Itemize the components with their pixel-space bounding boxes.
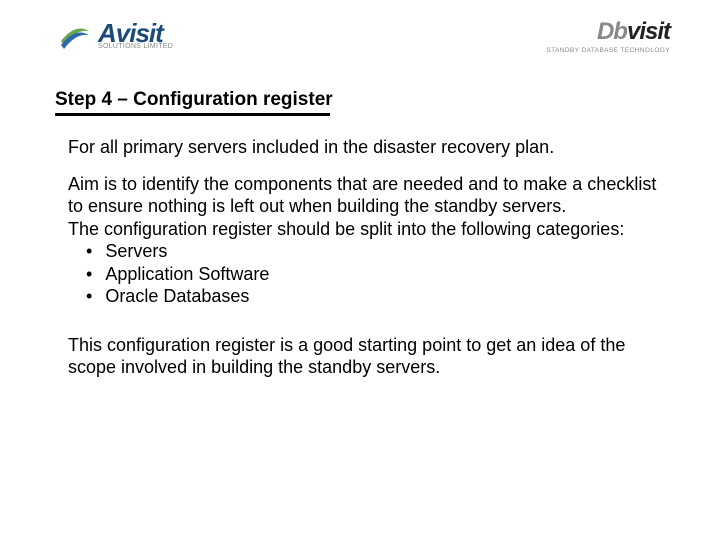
slide-title: Step 4 – Configuration register — [55, 89, 720, 111]
categories-lead: The configuration register should be spl… — [68, 218, 660, 241]
aim-text: Aim is to identify the components that a… — [68, 173, 660, 218]
list-item: Oracle Databases — [74, 285, 660, 308]
bullet-list: Servers Application Software Oracle Data… — [74, 240, 660, 308]
avisit-logo: Avisit SOLUTIONS LIMITED — [58, 19, 173, 53]
avisit-swoosh-icon — [58, 19, 92, 53]
dbvisit-tagline: STANDBY DATABASE TECHNOLOGY — [546, 47, 670, 54]
dbvisit-brand-text: Dbvisit — [597, 18, 670, 46]
title-underline — [55, 113, 330, 116]
intro-text: For all primary servers included in the … — [68, 136, 660, 159]
slide-body: For all primary servers included in the … — [68, 136, 660, 379]
dbvisit-logo: Dbvisit STANDBY DATABASE TECHNOLOGY — [546, 18, 670, 54]
slide-header: Avisit SOLUTIONS LIMITED Dbvisit STANDBY… — [0, 0, 720, 54]
list-item: Application Software — [74, 263, 660, 286]
avisit-tagline: SOLUTIONS LIMITED — [98, 44, 173, 50]
list-item: Servers — [74, 240, 660, 263]
closing-text: This configuration register is a good st… — [68, 334, 660, 379]
